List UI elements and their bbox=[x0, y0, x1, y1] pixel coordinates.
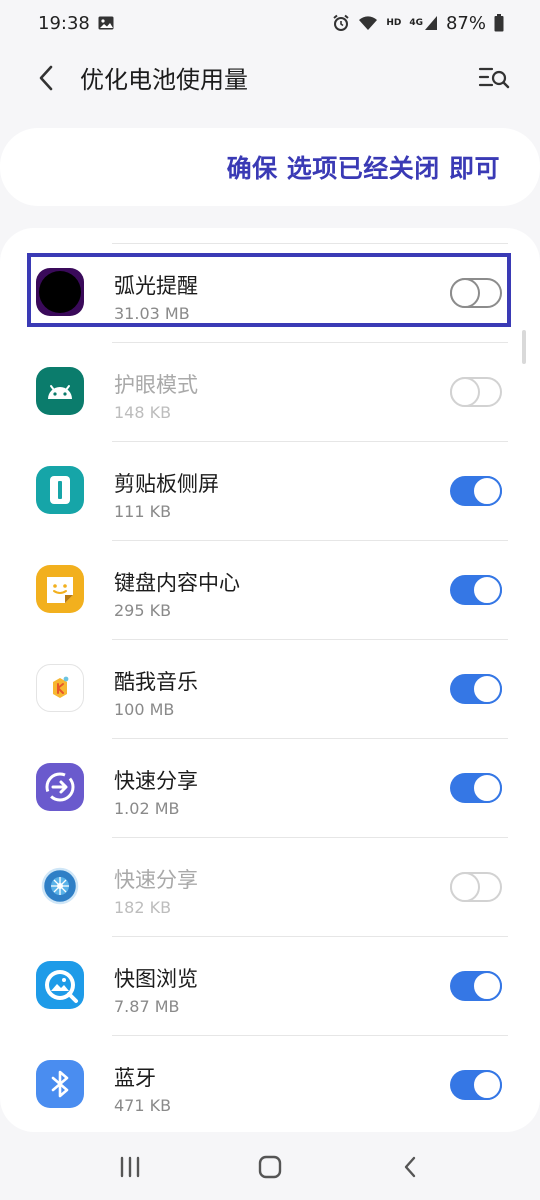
banner-text: 确保 选项已经关闭 即可 bbox=[226, 154, 500, 183]
gallery-notification-icon bbox=[98, 16, 114, 30]
instruction-banner: 确保 选项已经关闭 即可 bbox=[0, 128, 540, 206]
list-item-quick-share[interactable]: 快速分享 1.02 MB bbox=[0, 739, 540, 838]
optimize-toggle[interactable] bbox=[450, 575, 502, 605]
app-name: 快图浏览 bbox=[114, 967, 198, 991]
app-name: 弧光提醒 bbox=[114, 274, 198, 298]
app-size: 182 KB bbox=[114, 898, 172, 917]
navigation-bar bbox=[0, 1134, 540, 1200]
optimize-toggle[interactable] bbox=[450, 476, 502, 506]
android-icon bbox=[36, 367, 84, 415]
battery-percent: 87% bbox=[445, 12, 486, 34]
status-bar: 19:38 HD 4G 87% bbox=[0, 0, 540, 46]
arc-reminder-icon bbox=[36, 268, 84, 316]
app-name: 蓝牙 bbox=[114, 1066, 156, 1090]
list-item-arc-reminder[interactable]: 弧光提醒 31.03 MB bbox=[0, 244, 540, 343]
app-name: 剪贴板侧屏 bbox=[114, 472, 219, 496]
app-size: 31.03 MB bbox=[114, 304, 190, 323]
page-title: 优化电池使用量 bbox=[80, 66, 248, 94]
list-item-quick-share-2[interactable]: 快速分享 182 KB bbox=[0, 838, 540, 937]
wifi-icon bbox=[358, 15, 378, 31]
toggle-knob bbox=[472, 674, 502, 704]
signal-label: 4G bbox=[409, 17, 423, 28]
app-name: 护眼模式 bbox=[114, 373, 198, 397]
toggle-knob bbox=[472, 971, 502, 1001]
app-list: 弧光提醒 31.03 MB 护眼模式 148 KB 剪贴板侧屏 111 KB 键… bbox=[0, 228, 540, 1132]
optimize-toggle[interactable] bbox=[450, 773, 502, 803]
toggle-knob bbox=[472, 575, 502, 605]
app-size: 295 KB bbox=[114, 601, 172, 620]
app-size: 471 KB bbox=[114, 1096, 172, 1115]
app-size: 7.87 MB bbox=[114, 997, 180, 1016]
scrollbar[interactable] bbox=[522, 330, 526, 364]
signal-icon: 4G bbox=[409, 15, 438, 31]
app-name: 快速分享 bbox=[114, 769, 198, 793]
toggle-knob bbox=[450, 872, 480, 902]
list-item-quickpic[interactable]: 快图浏览 7.87 MB bbox=[0, 937, 540, 1036]
list-item-kuwo-music[interactable]: 酷我音乐 100 MB bbox=[0, 640, 540, 739]
list-item-eye-comfort[interactable]: 护眼模式 148 KB bbox=[0, 343, 540, 442]
quick-share-globe-icon bbox=[36, 862, 84, 910]
list-item-clipboard-edge[interactable]: 剪贴板侧屏 111 KB bbox=[0, 442, 540, 541]
keyboard-content-icon bbox=[36, 565, 84, 613]
list-search-icon bbox=[478, 67, 510, 89]
toggle-knob bbox=[450, 377, 480, 407]
search-button[interactable] bbox=[476, 60, 512, 96]
kuwo-music-icon bbox=[36, 664, 84, 712]
list-item-bluetooth[interactable]: 蓝牙 471 KB bbox=[0, 1036, 540, 1132]
recent-apps-icon bbox=[120, 1156, 140, 1178]
optimize-toggle[interactable] bbox=[450, 1070, 502, 1100]
home-button[interactable] bbox=[250, 1147, 290, 1187]
battery-icon bbox=[494, 14, 504, 32]
quick-share-icon bbox=[36, 763, 84, 811]
toggle-knob bbox=[472, 1070, 502, 1100]
optimize-toggle[interactable] bbox=[450, 971, 502, 1001]
app-name: 快速分享 bbox=[114, 868, 198, 892]
optimize-toggle[interactable] bbox=[450, 377, 502, 407]
app-size: 100 MB bbox=[114, 700, 175, 719]
chevron-left-icon bbox=[39, 65, 53, 91]
recent-apps-button[interactable] bbox=[110, 1147, 150, 1187]
app-header: 优化电池使用量 bbox=[0, 46, 540, 110]
toggle-knob bbox=[472, 476, 502, 506]
app-size: 1.02 MB bbox=[114, 799, 180, 818]
hd-label: HD bbox=[386, 17, 402, 28]
status-time: 19:38 bbox=[38, 12, 90, 34]
toggle-knob bbox=[450, 278, 480, 308]
toggle-knob bbox=[472, 773, 502, 803]
app-size: 111 KB bbox=[114, 502, 172, 521]
clipboard-edge-icon bbox=[36, 466, 84, 514]
alarm-icon bbox=[332, 14, 350, 32]
bluetooth-icon bbox=[36, 1060, 84, 1108]
back-nav-button[interactable] bbox=[390, 1147, 430, 1187]
list-item-keyboard-content[interactable]: 键盘内容中心 295 KB bbox=[0, 541, 540, 640]
optimize-toggle[interactable] bbox=[450, 674, 502, 704]
app-name: 酷我音乐 bbox=[114, 670, 198, 694]
optimize-toggle[interactable] bbox=[450, 278, 502, 308]
back-arrow-icon bbox=[404, 1156, 416, 1178]
quickpic-icon bbox=[36, 961, 84, 1009]
app-size: 148 KB bbox=[114, 403, 172, 422]
app-name: 键盘内容中心 bbox=[114, 571, 240, 595]
optimize-toggle[interactable] bbox=[450, 872, 502, 902]
back-button[interactable] bbox=[30, 62, 62, 94]
home-icon bbox=[258, 1155, 282, 1179]
